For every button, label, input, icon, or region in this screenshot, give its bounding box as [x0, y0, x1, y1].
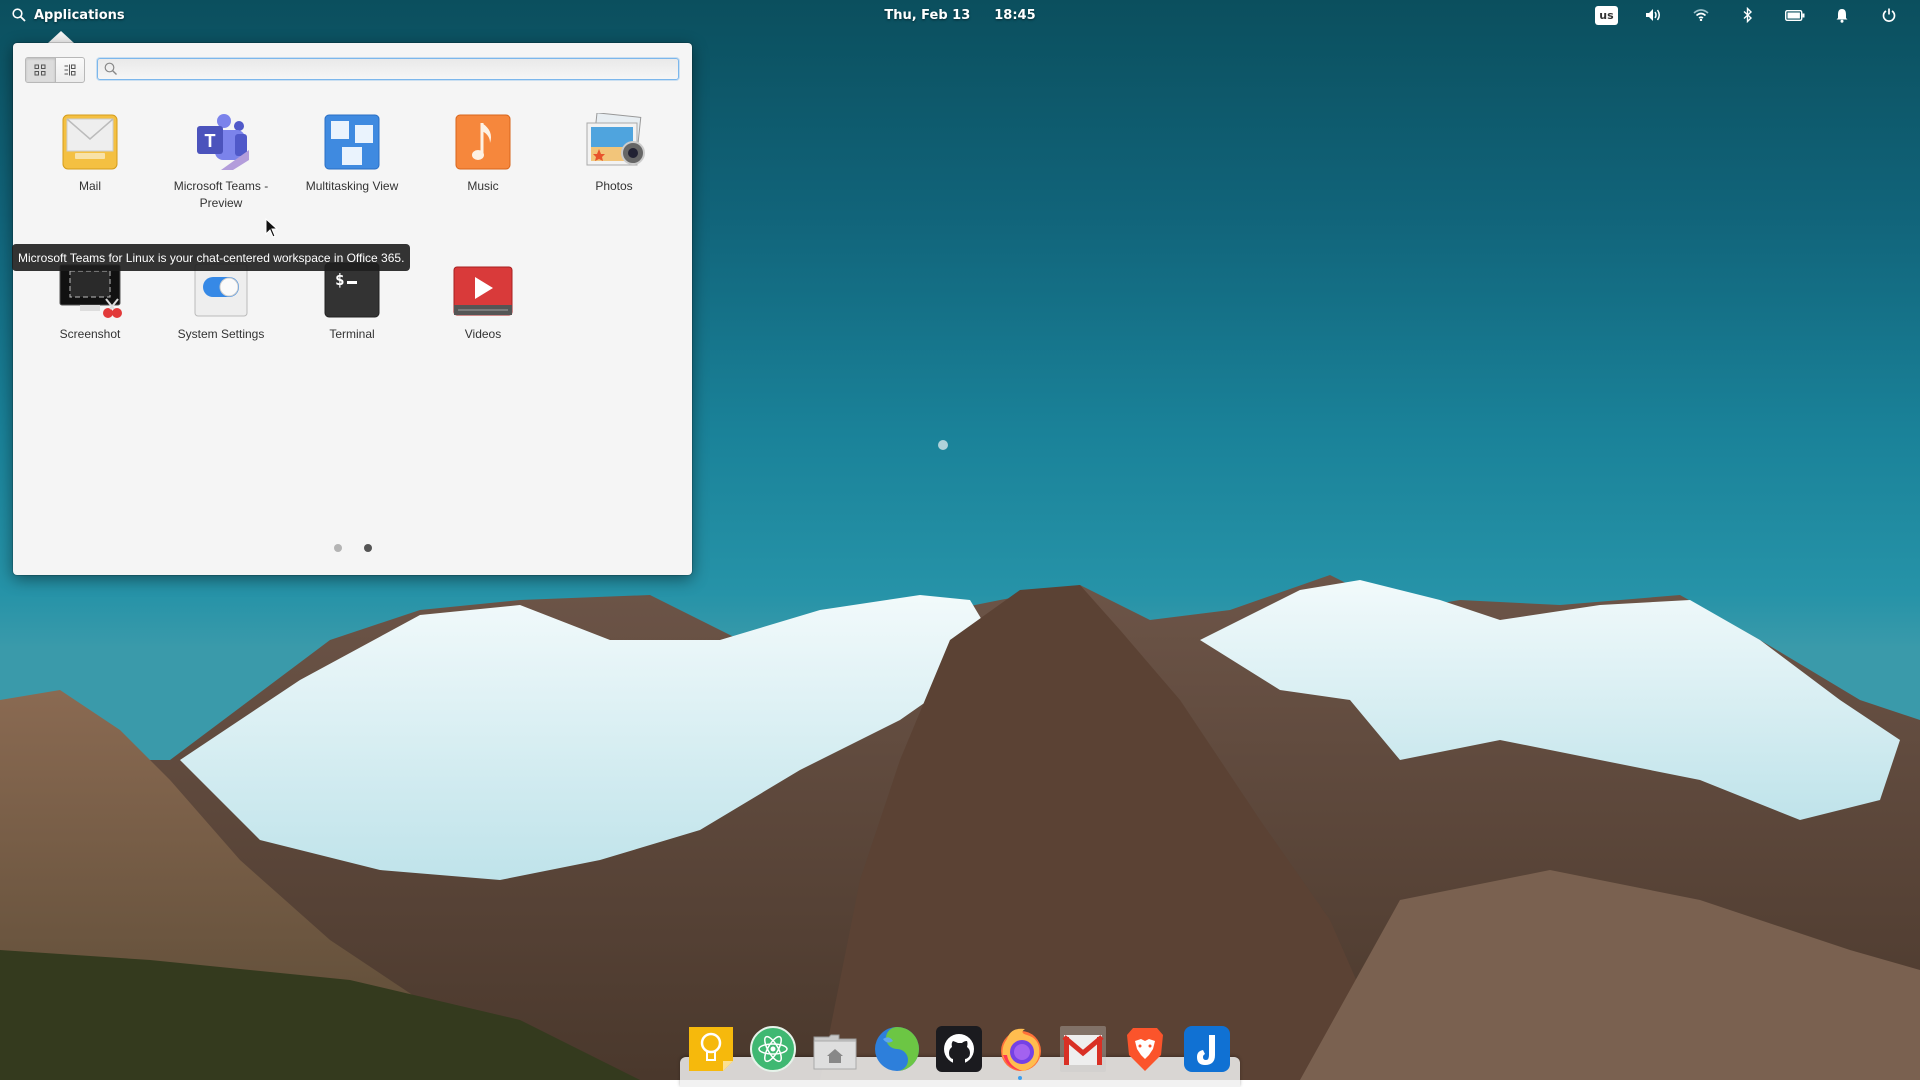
running-indicator — [1018, 1076, 1022, 1080]
search-icon — [12, 8, 26, 22]
github-icon — [935, 1025, 982, 1072]
keyboard-layout-indicator[interactable]: us — [1583, 0, 1630, 30]
app-tooltip: Microsoft Teams for Linux is your chat-c… — [12, 244, 411, 271]
dock-item-keep-notes[interactable] — [686, 1024, 735, 1073]
network-indicator[interactable] — [1677, 0, 1724, 30]
lightbulb-notes-icon — [688, 1026, 733, 1071]
dock — [686, 1024, 1231, 1080]
firefox-icon — [1000, 1028, 1041, 1071]
app-label: Photos — [595, 179, 633, 193]
date-label[interactable]: Thu, Feb 13 — [884, 8, 970, 23]
category-view-button[interactable] — [56, 58, 85, 82]
app-item-multitasking-view[interactable]: Multitasking View — [287, 110, 417, 195]
mouse-pointer-icon — [265, 218, 279, 238]
search-field[interactable] — [97, 58, 679, 80]
brave-icon — [1126, 1027, 1163, 1071]
photos-icon — [582, 110, 646, 174]
app-item-microsoft-teams[interactable]: T Microsoft Teams - Preview — [156, 110, 286, 212]
dock-item-firefox[interactable] — [996, 1024, 1045, 1080]
search-icon — [104, 62, 117, 75]
sound-icon — [1645, 9, 1660, 21]
app-label: Multitasking View — [305, 179, 399, 193]
indicator-area: us — [1583, 0, 1912, 30]
svg-text:T: T — [205, 131, 216, 151]
app-label: Screenshot — [59, 327, 121, 341]
bluetooth-indicator[interactable] — [1724, 0, 1771, 30]
page-indicator — [13, 544, 692, 552]
svg-text:$: $ — [335, 270, 345, 289]
notifications-indicator[interactable] — [1818, 0, 1865, 30]
bluetooth-icon — [1743, 7, 1752, 23]
app-label: Mail — [78, 179, 101, 193]
page-dot-2-active[interactable] — [363, 544, 372, 552]
applications-launcher-popover: Mail T Microsoft Teams - Preview Multita… — [13, 43, 692, 575]
app-item-photos[interactable]: Photos — [549, 110, 679, 195]
app-item-music[interactable]: Music — [418, 110, 548, 195]
dock-item-atom[interactable] — [748, 1024, 797, 1073]
videos-icon — [451, 258, 515, 322]
app-label: Terminal — [329, 327, 375, 341]
time-label[interactable]: 18:45 — [994, 8, 1035, 23]
top-panel: Applications Thu, Feb 13 18:45 us — [0, 0, 1920, 30]
applications-label: Applications — [34, 7, 125, 23]
music-icon — [451, 110, 515, 174]
power-indicator-battery[interactable] — [1771, 0, 1818, 30]
multitasking-view-icon — [320, 110, 384, 174]
network-wifi-icon — [1692, 9, 1709, 21]
session-indicator[interactable] — [1865, 0, 1912, 30]
app-label: System Settings — [177, 327, 265, 341]
applications-menu-button[interactable]: Applications — [12, 0, 125, 30]
app-item-videos[interactable]: Videos — [418, 258, 548, 343]
dock-item-files[interactable] — [810, 1024, 859, 1073]
grid-view-button[interactable] — [26, 58, 56, 82]
teams-icon: T — [189, 110, 253, 174]
battery-icon — [1784, 9, 1804, 21]
notifications-icon — [1836, 8, 1847, 23]
dock-item-github[interactable] — [934, 1024, 983, 1073]
dock-item-brave[interactable] — [1120, 1024, 1169, 1073]
popover-arrow — [48, 31, 74, 43]
grid-view-icon — [34, 64, 46, 76]
mail-icon — [58, 110, 122, 174]
app-label: Videos — [464, 327, 502, 341]
search-input[interactable] — [118, 58, 678, 80]
power-icon — [1882, 8, 1895, 22]
page-dot-1[interactable] — [333, 544, 342, 552]
keyboard-layout-label: us — [1595, 5, 1618, 25]
view-mode-switcher — [25, 57, 85, 83]
globe-browser-icon — [874, 1026, 919, 1071]
home-folder-icon — [813, 1034, 856, 1069]
dock-item-web-browser[interactable] — [872, 1024, 921, 1073]
sound-indicator[interactable] — [1630, 0, 1677, 30]
dock-item-gmail[interactable] — [1058, 1024, 1107, 1073]
dock-item-joplin[interactable] — [1182, 1024, 1231, 1073]
atom-icon — [749, 1025, 796, 1072]
category-view-icon — [64, 64, 76, 76]
joplin-icon — [1183, 1025, 1230, 1072]
app-item-mail[interactable]: Mail — [25, 110, 155, 195]
gmail-icon — [1059, 1025, 1106, 1072]
app-label: Music — [467, 179, 499, 193]
app-label: Microsoft Teams - Preview — [173, 179, 269, 210]
